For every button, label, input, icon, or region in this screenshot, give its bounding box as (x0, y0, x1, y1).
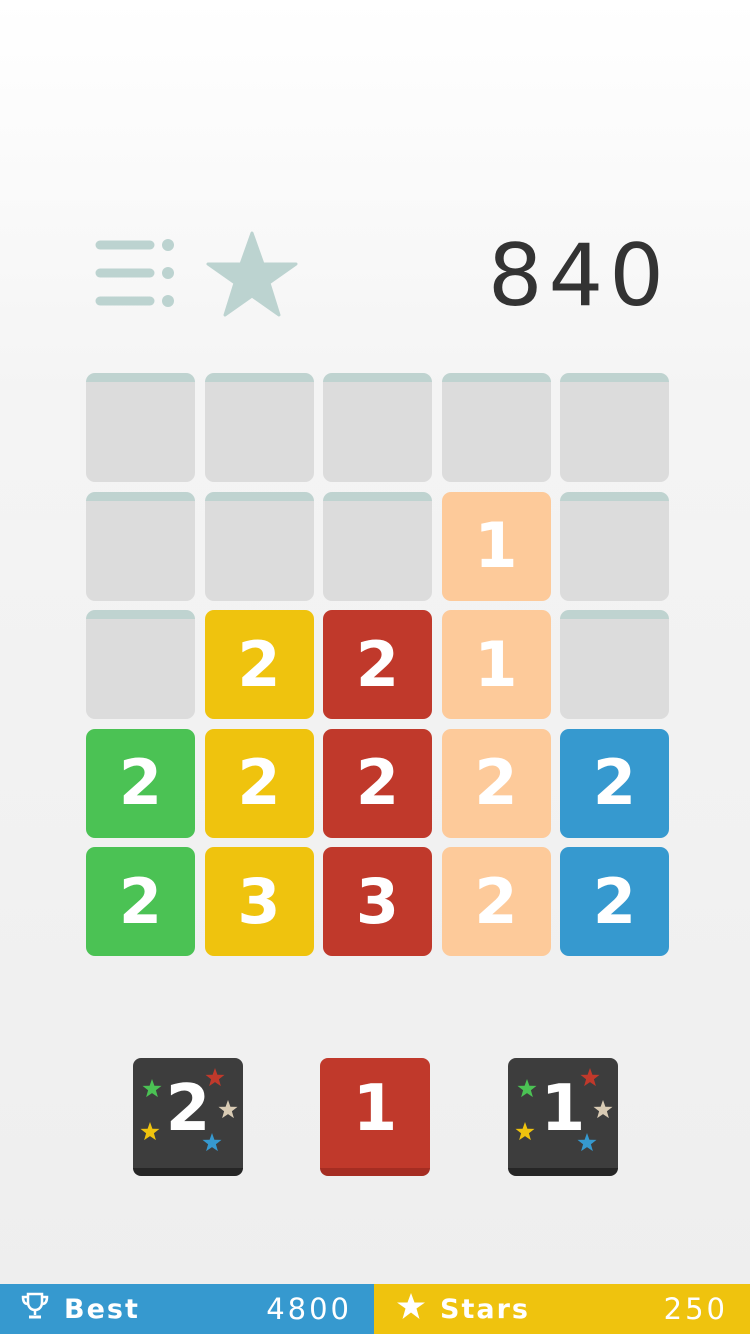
tile-value: 2 (355, 627, 400, 701)
star-icon[interactable] (206, 230, 298, 318)
tile-value: 2 (592, 746, 637, 819)
tile[interactable]: 2 (323, 610, 432, 719)
best-score-bar: Best 4800 (0, 1284, 374, 1334)
tile-value: 2 (237, 627, 281, 701)
next-tiles: 2 1 1 (0, 1058, 750, 1178)
next-tile-value: 1 (540, 1072, 586, 1146)
tile[interactable]: 3 (204, 847, 314, 956)
empty-cell[interactable] (86, 610, 195, 719)
tile[interactable]: 2 (204, 728, 314, 838)
next-tile-value: 2 (165, 1072, 211, 1146)
empty-cell[interactable] (323, 373, 432, 482)
empty-cell[interactable] (86, 491, 195, 601)
tile[interactable]: 2 (204, 610, 314, 719)
tile-value: 2 (118, 864, 163, 938)
stars-value: 250 (663, 1292, 728, 1326)
empty-cell[interactable] (323, 491, 432, 601)
empty-cell[interactable] (560, 373, 669, 482)
tile[interactable]: 2 (323, 728, 432, 838)
tile[interactable]: 2 (441, 847, 551, 956)
stars-bar: Stars 250 (374, 1284, 750, 1334)
tile[interactable]: 2 (441, 728, 551, 838)
empty-cell[interactable] (560, 491, 669, 601)
tile[interactable]: 1 (441, 491, 551, 601)
tile[interactable]: 1 (441, 610, 551, 719)
score: 840 (487, 226, 670, 326)
empty-cell[interactable] (204, 373, 314, 482)
next-tile-value: 1 (352, 1072, 398, 1146)
tile-value: 2 (592, 864, 637, 938)
tile-value: 1 (474, 627, 518, 701)
tile-value: 2 (355, 746, 400, 819)
tile[interactable]: 2 (560, 728, 669, 838)
best-value: 4800 (266, 1292, 352, 1326)
tile[interactable]: 2 (86, 847, 195, 956)
best-label: Best (64, 1293, 140, 1325)
game-board[interactable]: 12212222223322 (86, 373, 669, 956)
empty-cell[interactable] (441, 373, 551, 482)
tile-value: 3 (355, 864, 400, 938)
tile[interactable]: 2 (560, 847, 669, 956)
tile-value: 2 (237, 746, 281, 819)
menu-icon[interactable] (95, 238, 175, 308)
empty-cell[interactable] (86, 373, 195, 482)
empty-cell[interactable] (204, 491, 314, 601)
empty-cell[interactable] (560, 610, 669, 719)
wildcard-next-tile[interactable]: 1 (508, 1058, 618, 1176)
trophy-icon (20, 1292, 50, 1327)
tile[interactable]: 3 (323, 847, 432, 956)
tile[interactable]: 2 (86, 728, 195, 838)
tile-value: 2 (474, 864, 518, 938)
stars-label: Stars (440, 1293, 530, 1325)
next-tile[interactable]: 1 (320, 1058, 430, 1176)
tile-value: 2 (474, 746, 518, 819)
star-icon (396, 1292, 426, 1327)
tile-value: 2 (118, 746, 163, 819)
wildcard-next-tile[interactable]: 2 (133, 1058, 243, 1176)
tile-value: 1 (474, 509, 518, 582)
tile-value: 3 (237, 864, 281, 938)
